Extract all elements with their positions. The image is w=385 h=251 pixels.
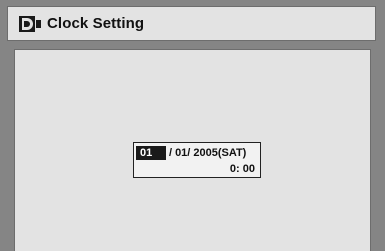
- time-field[interactable]: 0: 00: [230, 162, 255, 176]
- month-field[interactable]: 01: [136, 146, 166, 160]
- clock-setting-box: 01 / 01/ 2005(SAT) 0: 00: [133, 142, 261, 178]
- date-separator: /: [169, 147, 173, 159]
- clock-setting-screen: Clock Setting 01 / 01/ 2005(SAT) 0: 00: [0, 0, 385, 251]
- page-title: Clock Setting: [47, 15, 145, 32]
- date-row: 01 / 01/ 2005(SAT): [136, 146, 246, 160]
- disc-icon: [19, 15, 41, 32]
- title-bar: Clock Setting: [7, 6, 376, 41]
- day-field[interactable]: 01/: [175, 147, 190, 159]
- content-panel: 01 / 01/ 2005(SAT) 0: 00: [14, 49, 371, 251]
- year-weekday-field[interactable]: 2005(SAT): [193, 147, 246, 159]
